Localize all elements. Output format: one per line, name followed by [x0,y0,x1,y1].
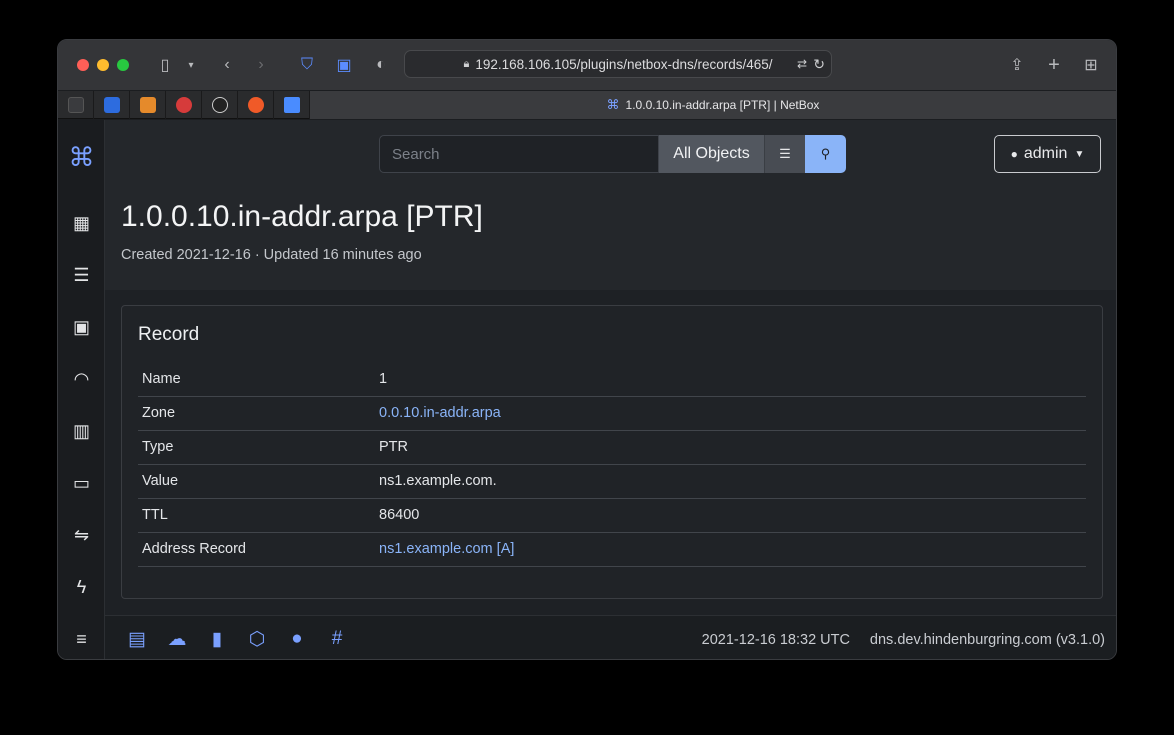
red-circle-app-icon [175,97,192,113]
new-tab-icon[interactable]: + [1043,54,1065,76]
table-row: Type PTR [138,430,1086,465]
bitwarden-extension-icon[interactable]: ▣ [333,54,355,76]
table-row: Name 1 [138,362,1086,397]
footer-timestamp: 2021-12-16 18:32 UTC [701,632,850,648]
record-table: Name 1 Zone 0.0.10.in-addr.arpa Type PTR… [138,362,1086,567]
translate-icon[interactable]: ⇄ [797,57,807,71]
row-value: 1 [375,362,1086,397]
sidebar: ⌘ ▦ ☰ ▣ ◠ ▥ ▭ ⇋ ϟ ≡ [58,120,105,659]
row-label: Address Record [138,532,375,567]
pinned-tab[interactable] [238,91,274,119]
connections-icon[interactable]: ▣ [58,313,105,341]
api-docs-icon[interactable]: ▮ [205,628,229,650]
netbox-app: ⌘ ▦ ☰ ▣ ◠ ▥ ▭ ⇋ ϟ ≡ Search All Objects ☰… [58,120,1116,659]
table-row: TTL 86400 [138,498,1086,533]
slack-icon[interactable]: # [325,628,349,650]
row-label: Type [138,430,375,465]
tab-bar: ⌘ 1.0.0.10.in-addr.arpa [PTR] | NetBox [58,91,1116,119]
card-title: Record [138,324,200,345]
page-subtitle: Created 2021-12-16 · Updated 16 minutes … [121,247,422,263]
pinned-tab[interactable] [274,91,310,119]
user-menu-button[interactable]: ● admin ▼ [994,135,1101,173]
forward-icon[interactable]: › [250,54,272,76]
grafana-icon [247,97,264,113]
person-icon: ● [1010,147,1018,161]
graphql-icon[interactable]: ⬡ [245,628,269,650]
privacy-extension-icon[interactable]: ◐ [370,54,392,76]
active-tab-title: 1.0.0.10.in-addr.arpa [PTR] | NetBox [625,98,820,112]
table-row: Value ns1.example.com. [138,464,1086,499]
rest-api-icon[interactable]: ☁ [165,628,189,650]
zone-link[interactable]: 0.0.10.in-addr.arpa [379,405,501,421]
organization-icon[interactable]: ▦ [58,209,105,237]
row-value: PTR [375,430,1086,465]
generic-app-icon [67,97,84,113]
record-card: Record Name 1 Zone 0.0.10.in-addr.arpa T… [121,305,1103,599]
share-icon[interactable]: ⇪ [1006,54,1028,76]
google-icon [103,97,120,113]
reload-icon[interactable]: ↻ [813,56,825,73]
footer: ▤ ☁ ▮ ⬡ ● # 2021-12-16 18:32 UTC dns.dev… [105,615,1116,659]
chart-app-icon [139,97,156,113]
browser-titlebar: ▯ ▾ ‹ › ⛉ ▣ ◐ 🔒︎ 192.168.106.105/plugins… [58,40,1116,90]
row-label: Zone [138,396,375,431]
page-title: 1.0.0.10.in-addr.arpa [PTR] [121,200,483,233]
table-row: Zone 0.0.10.in-addr.arpa [138,396,1086,431]
netbox-logo-icon[interactable]: ⌘ [58,142,105,172]
footer-host: dns.dev.hindenburgring.com (v3.1.0) [869,632,1105,648]
row-label: Value [138,464,375,499]
row-value: 0.0.10.in-addr.arpa [375,396,1086,431]
netbox-icon [283,97,300,113]
shield-extension-icon[interactable]: ⛉ [296,54,318,76]
pinned-tab[interactable] [58,91,94,119]
back-icon[interactable]: ‹ [216,54,238,76]
netbox-favicon-icon: ⌘ [606,97,620,112]
other-icon[interactable]: ≡ [58,625,105,653]
search-icon[interactable]: ⚲ [805,135,846,173]
circuits-icon[interactable]: ⇋ [58,521,105,549]
row-value: ns1.example.com [A] [375,532,1086,567]
page-header: Search All Objects ☰ ⚲ ● admin ▼ 1.0.0.1… [105,120,1116,290]
search-input[interactable]: Search [379,135,659,173]
docs-icon[interactable]: ▤ [125,628,149,650]
row-label: TTL [138,498,375,533]
close-window-button[interactable] [77,59,89,71]
search-scope-select[interactable]: All Objects [659,135,764,173]
devices-icon[interactable]: ☰ [58,261,105,289]
m-circle-app-icon [211,97,228,113]
wireless-icon[interactable]: ◠ [58,365,105,393]
pinned-tab[interactable] [130,91,166,119]
main-content: Search All Objects ☰ ⚲ ● admin ▼ 1.0.0.1… [105,120,1116,659]
address-bar[interactable]: 🔒︎ 192.168.106.105/plugins/netbox-dns/re… [404,50,832,78]
lock-icon: 🔒︎ [463,57,470,70]
ipam-icon[interactable]: ▥ [58,417,105,445]
filter-icon[interactable]: ☰ [764,135,805,173]
address-record-link[interactable]: ns1.example.com [A] [379,541,514,557]
user-menu-label: admin [1023,145,1068,162]
row-value: ns1.example.com. [375,464,1086,499]
power-icon[interactable]: ϟ [58,573,105,601]
minimize-window-button[interactable] [97,59,109,71]
tab-overview-icon[interactable]: ⊞ [1080,54,1102,76]
row-label: Name [138,362,375,397]
url-text: 192.168.106.105/plugins/netbox-dns/recor… [475,56,773,72]
caret-down-icon: ▼ [1074,148,1085,160]
chevron-down-icon[interactable]: ▾ [180,54,202,76]
table-row: Address Record ns1.example.com [A] [138,532,1086,567]
sidebar-toggle-icon[interactable]: ▯ [154,54,176,76]
pinned-tab[interactable] [166,91,202,119]
active-tab[interactable]: ⌘ 1.0.0.10.in-addr.arpa [PTR] | NetBox [310,91,1116,119]
row-value: 86400 [375,498,1086,533]
browser-window: ▯ ▾ ‹ › ⛉ ▣ ◐ 🔒︎ 192.168.106.105/plugins… [57,39,1117,660]
pinned-tab[interactable] [202,91,238,119]
maximize-window-button[interactable] [117,59,129,71]
pinned-tab[interactable] [94,91,130,119]
virtualization-icon[interactable]: ▭ [58,469,105,497]
github-icon[interactable]: ● [285,628,309,650]
